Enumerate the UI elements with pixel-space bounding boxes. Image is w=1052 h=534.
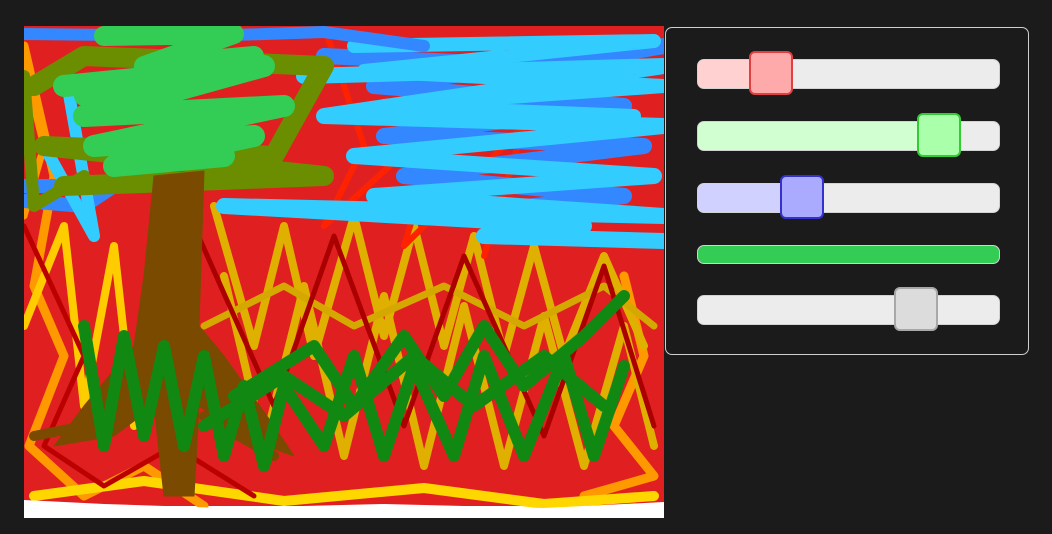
brush-size-slider-fill <box>698 296 917 324</box>
blue-slider-thumb[interactable] <box>780 175 824 219</box>
red-slider[interactable] <box>697 51 1000 95</box>
color-controls-panel <box>665 27 1029 355</box>
color-preview-swatch <box>697 245 1000 264</box>
paint-app <box>0 0 1052 534</box>
brush-size-slider-track[interactable] <box>697 295 1000 325</box>
green-slider-fill <box>698 122 940 150</box>
green-slider-thumb[interactable] <box>917 113 961 157</box>
green-slider[interactable] <box>697 113 1000 157</box>
brush-size-slider-thumb[interactable] <box>894 287 938 331</box>
canvas-drawing[interactable] <box>24 26 664 518</box>
brush-size-slider[interactable] <box>697 287 1000 331</box>
drawing-canvas[interactable] <box>24 26 664 518</box>
blue-slider-track[interactable] <box>697 183 1000 213</box>
red-slider-thumb[interactable] <box>749 51 793 95</box>
red-slider-track[interactable] <box>697 59 1000 89</box>
blue-slider[interactable] <box>697 175 1000 219</box>
